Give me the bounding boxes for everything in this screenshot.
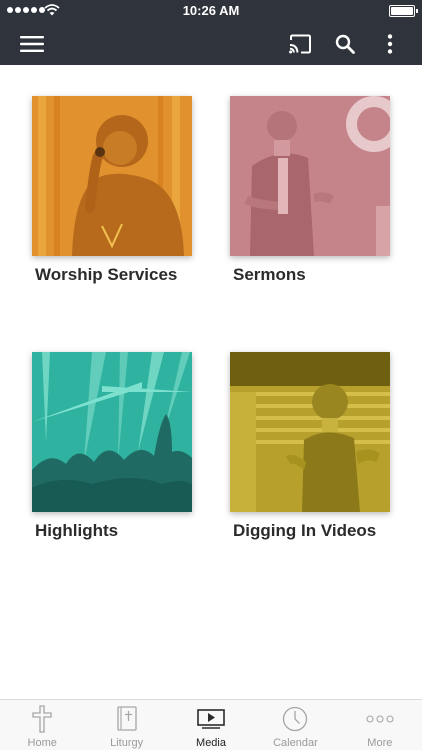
status-bar: 10:26 AM	[0, 0, 422, 22]
more-icon	[366, 715, 394, 723]
media-tile-title: Highlights	[35, 521, 119, 540]
media-tile-title: Digging In Videos	[233, 521, 377, 540]
media-tile-worship-services[interactable]: Worship Services	[31, 96, 221, 285]
search-icon	[335, 34, 355, 54]
tab-label: Liturgy	[110, 737, 144, 749]
hamburger-menu-icon	[20, 35, 44, 52]
clock-icon	[283, 706, 308, 732]
cast-button[interactable]	[282, 22, 318, 65]
play-icon	[197, 709, 225, 729]
more-options-button[interactable]	[376, 22, 404, 65]
status-time: 10:26 AM	[182, 3, 240, 18]
menu-button[interactable]	[10, 22, 54, 65]
tab-label: Media	[196, 737, 226, 749]
tab-home[interactable]: Home	[0, 700, 84, 750]
media-tile-sermons[interactable]: Sermons	[229, 96, 419, 285]
media-tile-title: Sermons	[233, 265, 306, 284]
battery-icon	[389, 5, 418, 17]
search-button[interactable]	[327, 22, 363, 65]
tab-calendar[interactable]: Calendar	[253, 700, 337, 750]
digging-in-videos-thumbnail	[230, 352, 390, 512]
media-tile-title: Worship Services	[35, 265, 178, 284]
highlights-thumbnail	[32, 352, 192, 512]
vertical-ellipsis-icon	[387, 33, 393, 54]
cast-icon	[289, 34, 311, 53]
app-toolbar	[0, 22, 422, 65]
tab-liturgy[interactable]: Liturgy	[84, 700, 168, 750]
media-tile-highlights[interactable]: Highlights	[31, 352, 221, 541]
worship-services-thumbnail	[32, 96, 192, 256]
tab-label: Calendar	[273, 737, 318, 749]
tab-media[interactable]: Media	[169, 700, 253, 750]
tab-more[interactable]: More	[338, 700, 422, 750]
sermons-thumbnail	[230, 96, 390, 256]
bottom-tab-bar: Home Liturgy Media Calendar More	[0, 699, 422, 750]
cross-icon	[32, 705, 52, 733]
media-tile-digging-in-videos[interactable]: Digging In Videos	[229, 352, 419, 541]
bible-icon	[116, 706, 137, 731]
tab-label: More	[367, 737, 393, 749]
tab-label: Home	[27, 737, 57, 749]
